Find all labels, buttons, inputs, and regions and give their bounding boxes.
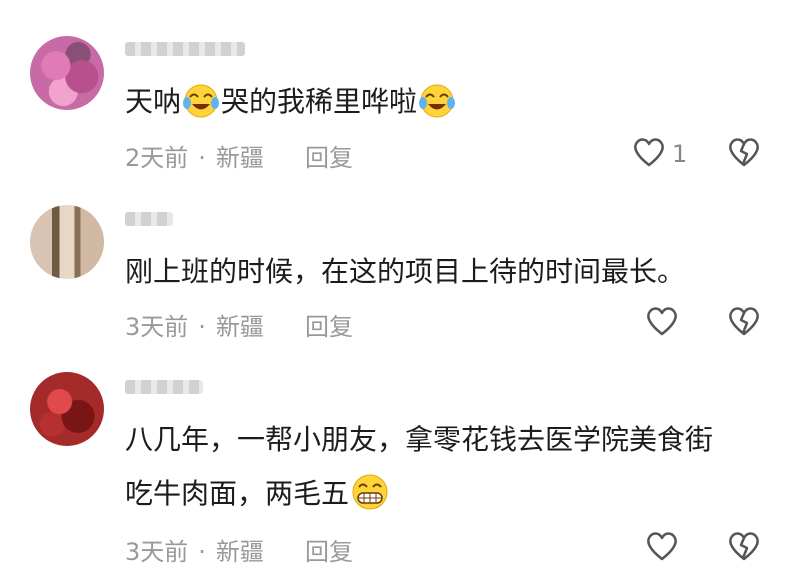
comment-location: 新疆 [215, 313, 264, 341]
broken-heart-icon [727, 138, 761, 172]
broken-heart-icon [727, 532, 761, 566]
comment-location: 新疆 [215, 144, 264, 172]
heart-outline-icon [632, 136, 666, 172]
like-count: 1 [672, 140, 688, 168]
comment-text: 天呐 哭的我稀里哗啦 [125, 74, 457, 138]
reply-button[interactable]: 回复 [305, 138, 353, 173]
comment-meta: 3天前 · 新疆 [125, 313, 264, 341]
grinning-emoji [349, 473, 391, 530]
dislike-button[interactable] [727, 305, 761, 341]
comment-location: 新疆 [215, 538, 264, 566]
comment-text-line-1: 八几年，一帮小朋友，拿零花钱去医学院美食街 [125, 423, 714, 456]
avatar[interactable] [30, 205, 104, 279]
comment-meta: 2天前 · 新疆 [125, 144, 264, 172]
like-button[interactable]: 1 [632, 136, 687, 172]
dislike-button[interactable] [727, 530, 761, 566]
reply-button[interactable]: 回复 [305, 532, 353, 567]
heart-outline-icon [645, 305, 679, 341]
comment-time: 3天前 [125, 538, 189, 566]
comment-time: 2天前 [125, 144, 189, 172]
like-button[interactable] [645, 530, 685, 566]
heart-outline-icon [645, 530, 679, 566]
comment-text-line-2: 吃牛肉面，两毛五 [125, 466, 391, 530]
like-button[interactable] [645, 305, 685, 341]
username-blurred[interactable] [125, 212, 173, 226]
broken-heart-icon [727, 307, 761, 341]
tears-of-joy-emoji [181, 82, 221, 138]
tears-of-joy-emoji [417, 82, 457, 138]
comment-meta: 3天前 · 新疆 [125, 538, 264, 566]
dislike-button[interactable] [727, 136, 761, 172]
avatar[interactable] [30, 36, 104, 110]
avatar[interactable] [30, 372, 104, 446]
username-blurred[interactable] [125, 380, 203, 394]
username-blurred[interactable] [125, 42, 245, 56]
comment-text: 刚上班的时候，在这的项目上待的时间最长。 [125, 255, 686, 288]
reply-button[interactable]: 回复 [305, 307, 353, 342]
comment-time: 3天前 [125, 313, 189, 341]
